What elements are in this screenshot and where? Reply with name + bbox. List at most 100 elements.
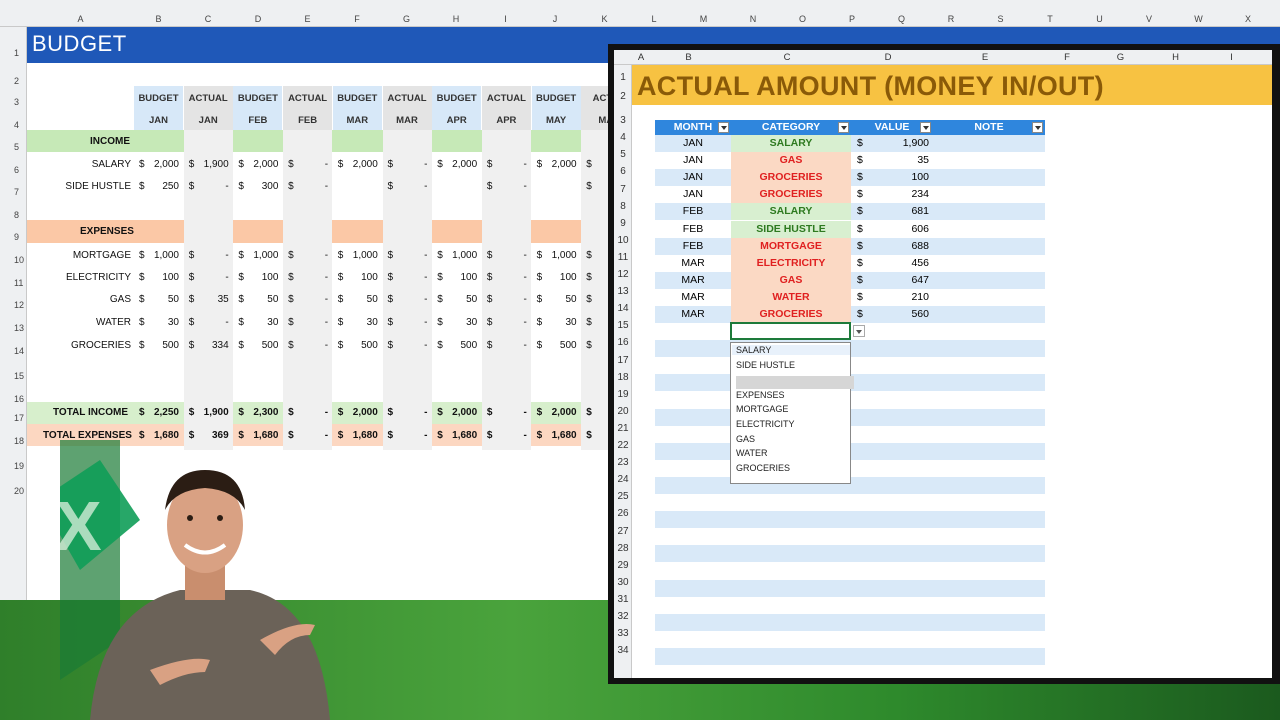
column-header-m[interactable]: M [679, 14, 728, 24]
total-income-value[interactable]: $ - [487, 407, 527, 418]
row-number[interactable]: 13 [614, 286, 632, 297]
row-number[interactable]: 17 [0, 413, 27, 423]
column-header-s[interactable]: S [976, 14, 1025, 24]
budget-value[interactable]: $ - [189, 181, 229, 192]
column-header-e[interactable]: E [283, 14, 332, 24]
column-header-l[interactable]: L [629, 14, 679, 24]
table-row[interactable]: JAN GROCERIES $234 [655, 186, 1045, 204]
row-number[interactable]: 8 [614, 201, 632, 212]
dropdown-option[interactable]: ELECTRICITY [736, 419, 795, 429]
row-number[interactable]: 9 [0, 232, 27, 242]
table-row[interactable]: MAR GROCERIES $560 [655, 306, 1045, 323]
table-row[interactable] [655, 579, 1045, 597]
table-row[interactable]: JAN SALARY $1,900 [655, 135, 1045, 152]
row-number[interactable]: 1 [614, 72, 632, 83]
column-header-e[interactable]: E [929, 52, 1041, 63]
row-number[interactable]: 30 [614, 577, 632, 588]
category-cell[interactable]: WATER [731, 288, 851, 306]
table-row[interactable] [655, 596, 1045, 614]
table-row[interactable] [655, 562, 1045, 580]
column-header-i[interactable]: I [481, 14, 530, 24]
header-value[interactable]: VALUE [851, 120, 933, 135]
row-number[interactable]: 11 [0, 278, 27, 288]
row-number[interactable]: 8 [0, 210, 27, 220]
budget-value[interactable]: $100 [338, 272, 378, 283]
row-number[interactable]: 34 [614, 645, 632, 656]
budget-value[interactable]: $2,000 [238, 159, 278, 170]
budget-value[interactable]: $ - [388, 317, 428, 328]
budget-value[interactable]: $100 [139, 272, 179, 283]
total-expenses-value[interactable]: $1,680 [437, 430, 477, 441]
row-number[interactable]: 18 [614, 372, 632, 383]
budget-value[interactable]: $500 [537, 340, 577, 351]
table-row[interactable]: FEB MORTGAGE $688 [655, 237, 1045, 255]
budget-value[interactable]: $ - [288, 181, 328, 192]
table-row[interactable] [655, 511, 1045, 529]
row-number[interactable]: 10 [614, 235, 632, 246]
budget-value[interactable]: $30 [437, 317, 477, 328]
total-income-value[interactable]: $2,000 [437, 407, 477, 418]
budget-value[interactable]: $2,000 [437, 159, 477, 170]
column-header-g[interactable]: G [382, 14, 431, 24]
row-number[interactable]: 29 [614, 560, 632, 571]
value-cell[interactable]: 647 [875, 274, 929, 286]
column-header-h[interactable]: H [431, 14, 481, 24]
budget-value[interactable]: $300 [238, 181, 278, 192]
budget-value[interactable]: $500 [139, 340, 179, 351]
row-number[interactable]: 19 [614, 389, 632, 400]
budget-value[interactable]: $100 [238, 272, 278, 283]
month-cell[interactable]: JAN [655, 137, 731, 149]
active-category-cell[interactable] [730, 322, 851, 341]
table-row[interactable]: JAN GROCERIES $100 [655, 169, 1045, 187]
column-header-g[interactable]: G [1093, 52, 1148, 63]
table-row[interactable] [655, 613, 1045, 631]
budget-value[interactable]: $1,000 [139, 250, 179, 261]
dropdown-option[interactable]: GROCERIES [736, 463, 790, 473]
value-cell[interactable]: 210 [875, 291, 929, 303]
row-number[interactable]: 4 [614, 132, 632, 143]
row-number[interactable]: 25 [614, 491, 632, 502]
row-number[interactable]: 14 [0, 346, 27, 356]
total-expenses-value[interactable]: $ - [487, 430, 527, 441]
budget-value[interactable]: $ - [487, 272, 527, 283]
row-number[interactable]: 3 [614, 115, 632, 126]
total-income-value[interactable]: $2,000 [537, 407, 577, 418]
budget-value[interactable]: $ - [487, 181, 527, 192]
column-header-r[interactable]: R [926, 14, 976, 24]
row-number[interactable]: 7 [0, 187, 27, 197]
column-header-d[interactable]: D [847, 52, 929, 63]
category-cell[interactable]: SALARY [731, 203, 851, 221]
total-income-value[interactable]: $2,300 [238, 407, 278, 418]
row-number[interactable]: 5 [0, 142, 27, 152]
table-row[interactable]: FEB SIDE HUSTLE $606 [655, 220, 1045, 238]
row-number[interactable]: 33 [614, 628, 632, 639]
budget-value[interactable]: $ - [487, 340, 527, 351]
column-header-h[interactable]: H [1148, 52, 1203, 63]
value-cell[interactable]: 35 [875, 154, 929, 166]
row-number[interactable]: 12 [0, 300, 27, 310]
filter-dropdown-icon[interactable] [1032, 122, 1043, 133]
budget-value[interactable]: $ - [388, 159, 428, 170]
column-header-b[interactable]: B [650, 52, 727, 63]
row-number[interactable]: 21 [614, 423, 632, 434]
column-header-a[interactable]: A [632, 52, 650, 63]
total-income-value[interactable]: $ - [388, 407, 428, 418]
row-number[interactable]: 22 [614, 440, 632, 451]
category-cell[interactable]: GROCERIES [731, 306, 851, 323]
month-cell[interactable]: MAR [655, 308, 731, 320]
column-header-k[interactable]: K [580, 14, 629, 24]
row-number[interactable]: 17 [614, 355, 632, 366]
budget-value[interactable]: $1,000 [238, 250, 278, 261]
total-expenses-value[interactable]: $ [586, 430, 592, 441]
row-number[interactable]: 15 [0, 371, 27, 381]
budget-value[interactable]: $ - [189, 250, 229, 261]
row-number[interactable]: 7 [614, 184, 632, 195]
budget-value[interactable]: $2,000 [537, 159, 577, 170]
row-number[interactable]: 26 [614, 508, 632, 519]
budget-value[interactable]: $30 [338, 317, 378, 328]
month-cell[interactable]: MAR [655, 257, 731, 269]
value-cell[interactable]: 234 [875, 188, 929, 200]
value-cell[interactable]: 456 [875, 257, 929, 269]
budget-value[interactable]: $ - [288, 294, 328, 305]
month-cell[interactable]: MAR [655, 274, 731, 286]
